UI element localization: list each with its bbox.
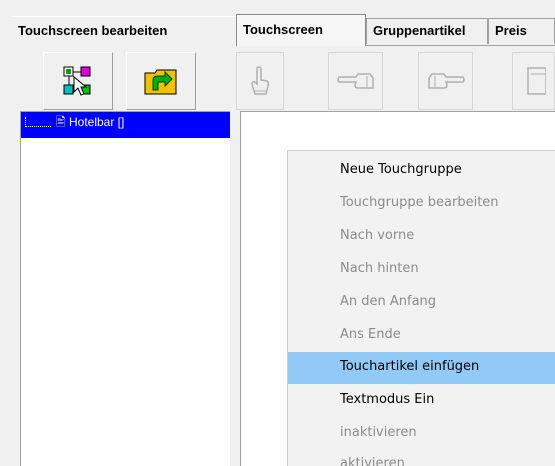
- menu-item-nach-vorne[interactable]: Nach vorne: [288, 221, 555, 253]
- tree-item-text: Hotelbar []: [68, 115, 125, 129]
- menu-item-ans-ende[interactable]: Ans Ende: [288, 320, 555, 352]
- hand-left-button[interactable]: [328, 52, 383, 110]
- menu-item-touchartikel-einfuegen[interactable]: Touchartikel einfügen: [288, 352, 555, 384]
- hand-point-right-icon: [427, 73, 465, 89]
- tree-panel[interactable]: 🖹 Hotelbar []: [20, 111, 230, 466]
- folder-arrow-icon: [144, 69, 177, 95]
- open-folder-button[interactable]: [126, 52, 196, 110]
- tree-item-hotelbar[interactable]: 🖹 Hotelbar []: [21, 112, 230, 138]
- context-menu: Neue Touchgruppe Touchgruppe bearbeiten …: [287, 150, 555, 466]
- hand-up-button[interactable]: [236, 52, 284, 110]
- tab-touchscreen-bearbeiten[interactable]: Touchscreen bearbeiten: [12, 16, 236, 46]
- device-button[interactable]: [512, 52, 555, 110]
- menu-item-neue-touchgruppe[interactable]: Neue Touchgruppe: [288, 155, 555, 187]
- menu-item-nach-hinten[interactable]: Nach hinten: [288, 254, 555, 286]
- menu-item-textmodus-ein[interactable]: Textmodus Ein: [288, 385, 555, 417]
- tree-connector: [25, 117, 51, 127]
- select-cursor-icon: [63, 66, 91, 96]
- tab-touchscreen[interactable]: Touchscreen: [236, 14, 366, 46]
- hand-point-up-icon: [251, 66, 270, 95]
- hand-point-left-icon: [336, 73, 374, 89]
- tab-gruppenartikel[interactable]: Gruppenartikel: [366, 18, 488, 44]
- menu-item-inaktivieren[interactable]: inaktivieren: [288, 418, 555, 450]
- hand-right-button[interactable]: [418, 52, 473, 110]
- menu-item-touchgruppe-bearbeiten[interactable]: Touchgruppe bearbeiten: [288, 188, 555, 220]
- select-tool-button[interactable]: [43, 52, 113, 110]
- menu-item-an-den-anfang[interactable]: An den Anfang: [288, 287, 555, 319]
- tree-item-label: 🖹 Hotelbar []: [56, 115, 125, 129]
- device-icon: [526, 67, 546, 95]
- tab-preis[interactable]: Preis: [488, 18, 555, 44]
- menu-item-aktivieren[interactable]: aktivieren: [288, 449, 555, 466]
